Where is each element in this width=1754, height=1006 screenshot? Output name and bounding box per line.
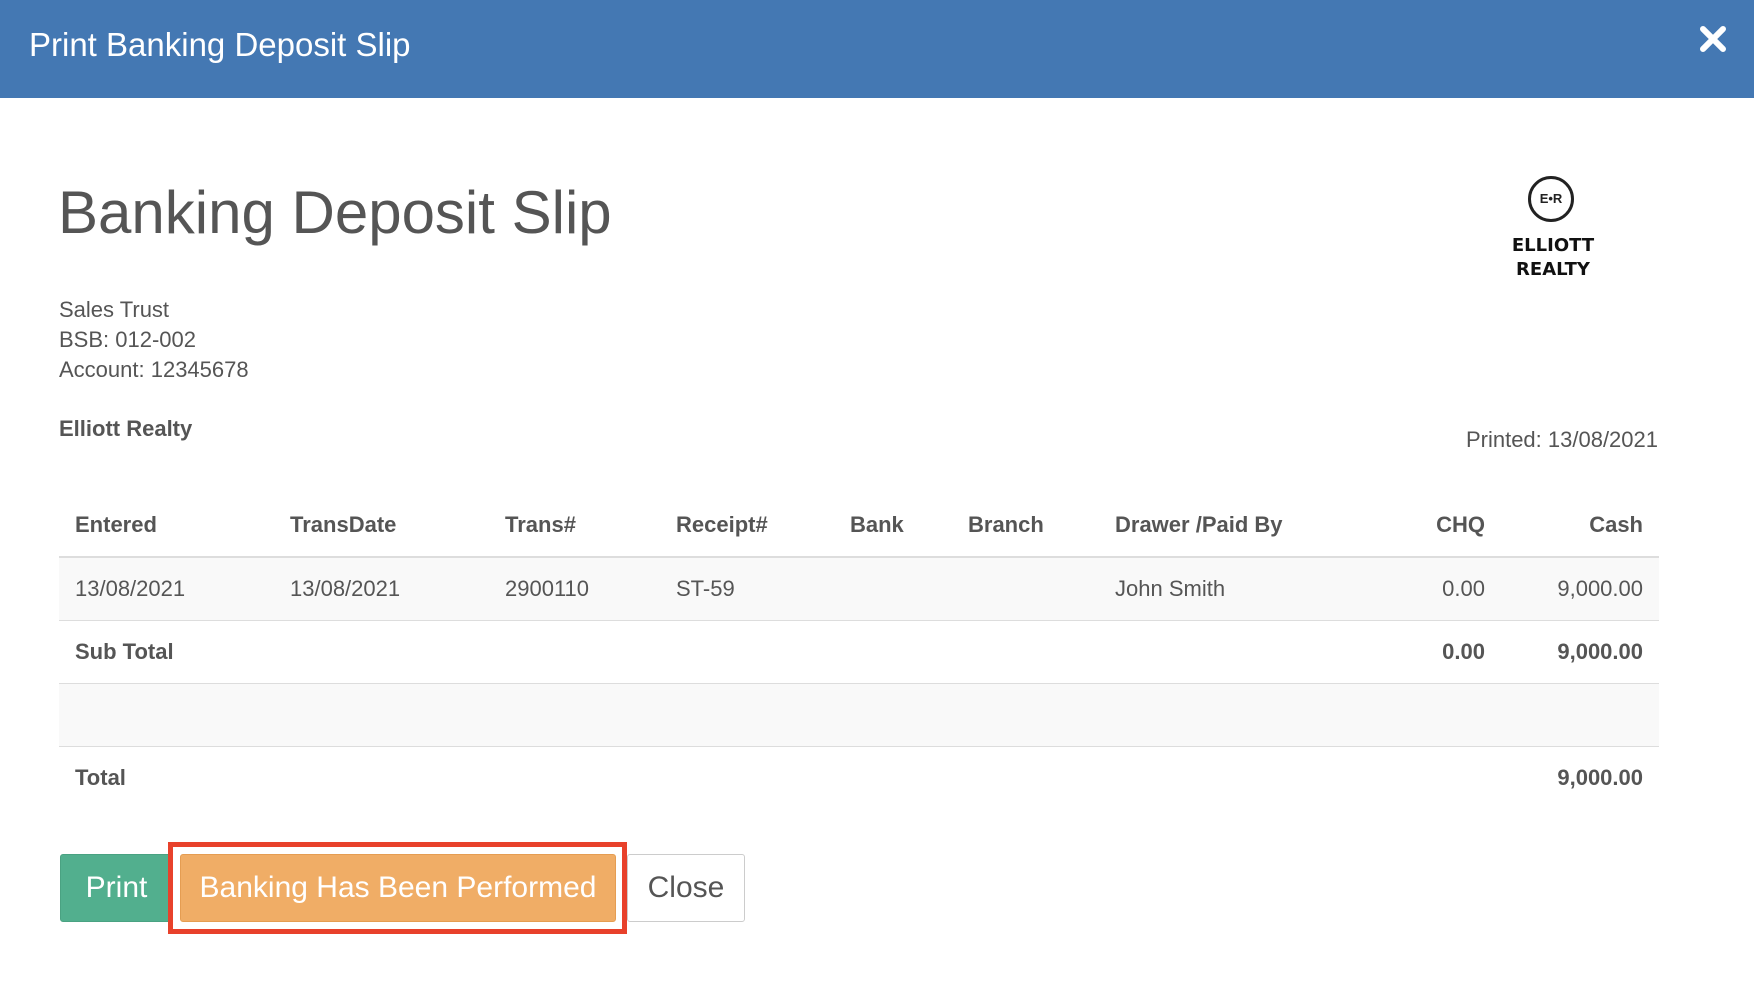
spacer-row [59,682,1659,746]
cell-bank [834,556,952,620]
subtotal-row: Sub Total 0.00 9,000.00 [59,619,1659,683]
logo-name: ELLIOTT REALTY [1511,235,1595,280]
total-cash: 9,000.00 [1501,745,1659,809]
cell-entered: 13/08/2021 [59,556,274,620]
subtotal-cash: 9,000.00 [1501,619,1659,683]
banking-performed-button[interactable]: Banking Has Been Performed [180,854,616,922]
account-details: Sales Trust BSB: 012-002 Account: 123456… [59,295,249,385]
column-header-bank: Bank [834,494,952,558]
cell-drawer: John Smith [1099,556,1371,620]
cell-cash: 9,000.00 [1501,556,1659,620]
modal-header: Print Banking Deposit Slip [0,0,1754,98]
column-header-entered: Entered [59,494,274,558]
company-name: Elliott Realty [59,416,193,441]
close-button[interactable]: Close [627,854,745,922]
column-header-drawer: Drawer /Paid By [1099,494,1371,558]
logo-monogram: E•R [1528,176,1574,222]
account-name: Sales Trust [59,297,170,322]
company-logo: E•R ELLIOTT REALTY [1498,174,1608,284]
table-row: 13/08/2021 13/08/2021 2900110 ST-59 John… [59,556,1659,620]
column-header-chq: CHQ [1371,494,1501,558]
cell-chq: 0.00 [1371,556,1501,620]
column-header-branch: Branch [952,494,1099,558]
total-label: Total [59,745,274,809]
account-number: Account: 12345678 [59,357,249,382]
printed-date: Printed: 13/08/2021 [1465,427,1658,452]
subtotal-chq: 0.00 [1371,619,1501,683]
total-row: Total 9,000.00 [59,745,1659,809]
column-header-receipt: Receipt# [660,494,834,558]
cell-trans: 2900110 [489,556,660,620]
document-title: Banking Deposit Slip [58,179,612,246]
column-header-cash: Cash [1501,494,1659,558]
cell-branch [952,556,1099,620]
cell-receipt: ST-59 [660,556,834,620]
column-header-trans: Trans# [489,494,660,558]
table-header-row: Entered TransDate Trans# Receipt# Bank B… [59,494,1659,558]
deposit-table: Entered TransDate Trans# Receipt# Bank B… [59,494,1659,809]
close-icon[interactable] [1696,22,1730,56]
cell-transdate: 13/08/2021 [274,556,489,620]
account-bsb: BSB: 012-002 [59,327,196,352]
subtotal-label: Sub Total [59,619,274,683]
modal-title: Print Banking Deposit Slip [29,26,411,63]
column-header-transdate: TransDate [274,494,489,558]
print-button[interactable]: Print [60,854,173,922]
